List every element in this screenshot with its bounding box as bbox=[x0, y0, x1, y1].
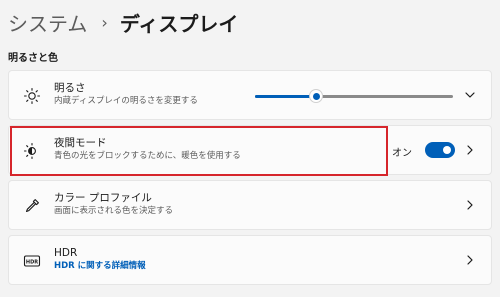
night-light-title: 夜間モード bbox=[54, 137, 107, 149]
toggle-knob bbox=[443, 146, 451, 154]
breadcrumb-separator: › bbox=[101, 12, 108, 32]
chevron-right-icon[interactable] bbox=[463, 253, 477, 267]
hdr-text: HDR HDR に関する詳細情報 bbox=[54, 246, 146, 273]
brightness-subtitle: 内蔵ディスプレイの明るさを変更する bbox=[54, 96, 198, 106]
hdr-info-link[interactable]: HDR に関する詳細情報 bbox=[54, 260, 146, 273]
section-title: 明るさと色 bbox=[8, 53, 58, 64]
brightness-title: 明るさ bbox=[54, 82, 86, 94]
hdr-icon: HDR bbox=[23, 255, 41, 267]
toggle-state-label: オン bbox=[392, 148, 412, 159]
page-title: ディスプレイ bbox=[119, 11, 239, 36]
svg-text:HDR: HDR bbox=[26, 259, 38, 265]
slider-fill bbox=[255, 95, 317, 98]
color-profile-title: カラー プロファイル bbox=[54, 192, 152, 204]
night-light-toggle[interactable] bbox=[425, 142, 455, 158]
chevron-right-icon[interactable] bbox=[463, 198, 477, 212]
night-light-subtitle: 青色の光をブロックするために、暖色を使用する bbox=[54, 151, 241, 161]
night-light-card[interactable]: 夜間モード 青色の光をブロックするために、暖色を使用する オン bbox=[8, 125, 492, 175]
chevron-down-icon[interactable] bbox=[463, 88, 477, 102]
chevron-right-icon[interactable] bbox=[463, 143, 477, 157]
color-profile-card[interactable]: カラー プロファイル 画面に表示される色を決定する bbox=[8, 180, 492, 230]
hdr-card[interactable]: HDR HDR HDR に関する詳細情報 bbox=[8, 235, 492, 285]
hdr-title: HDR bbox=[54, 247, 78, 259]
night-light-text: 夜間モード 青色の光をブロックするために、暖色を使用する bbox=[54, 136, 241, 163]
color-profile-subtitle: 画面に表示される色を決定する bbox=[54, 206, 174, 216]
night-light-icon bbox=[23, 142, 36, 160]
brightness-slider[interactable] bbox=[255, 89, 453, 103]
brightness-text: 明るさ 内蔵ディスプレイの明るさを変更する bbox=[54, 81, 198, 108]
slider-thumb[interactable] bbox=[309, 89, 324, 103]
breadcrumb-parent[interactable]: システム bbox=[8, 8, 87, 37]
breadcrumb: システム › ディスプレイ bbox=[8, 6, 238, 38]
brightness-card[interactable]: 明るさ 内蔵ディスプレイの明るさを変更する bbox=[8, 70, 492, 120]
sun-icon bbox=[23, 87, 41, 105]
eyedropper-icon bbox=[25, 199, 39, 213]
color-profile-text: カラー プロファイル 画面に表示される色を決定する bbox=[54, 191, 173, 218]
